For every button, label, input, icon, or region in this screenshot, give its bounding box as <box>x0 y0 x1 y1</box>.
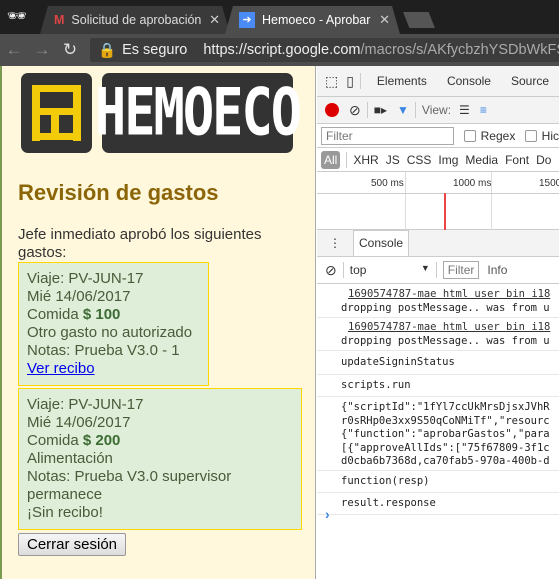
tab-bar: 🕶 M Solicitud de aprobación de ✕ ➜ Hemoe… <box>0 0 559 34</box>
type-js[interactable]: JS <box>386 153 400 167</box>
logout-button[interactable]: Cerrar sesión <box>18 533 127 556</box>
tab-gmail[interactable]: M Solicitud de aprobación de ✕ <box>40 6 230 34</box>
network-toolbar: ⊘ ■▸ ▼ View: ☰ ≡ <box>317 97 559 124</box>
logo-icon <box>21 73 92 153</box>
drawer-tab-console[interactable]: Console <box>353 230 410 256</box>
type-img[interactable]: Img <box>438 153 458 167</box>
hide-checkbox[interactable] <box>525 129 537 142</box>
close-tab-icon[interactable]: ✕ <box>379 12 390 28</box>
list-view-icon[interactable]: ☰ <box>459 103 470 117</box>
new-tab-button[interactable] <box>403 12 435 28</box>
level-select[interactable]: Info <box>487 263 507 277</box>
type-media[interactable]: Media <box>465 153 498 167</box>
type-xhr[interactable]: XHR <box>353 153 378 167</box>
type-filter-row: All XHR JS CSS Img Media Font Do <box>317 148 559 172</box>
view-receipt-link[interactable]: Ver recibo <box>27 360 95 377</box>
amount: $ 100 <box>82 306 121 323</box>
web-page: HEMOECO Revisión de gastos Jefe inmediat… <box>0 66 316 579</box>
address-bar-row: ← → ↻ 🔒 Es seguro https://script.google.… <box>0 34 559 66</box>
tab-elements[interactable]: Elements <box>377 74 427 88</box>
type-all[interactable]: All <box>321 150 341 169</box>
console-toolbar: ⊘ top ▼ Filter Info <box>317 257 559 284</box>
console-filter-input[interactable]: Filter <box>442 261 480 279</box>
waterfall-icon[interactable]: ≡ <box>480 103 487 117</box>
expense-card: Viaje: PV-JUN-17 Mié 14/06/2017 Comida $… <box>18 262 209 386</box>
network-timeline[interactable]: 500 ms 1000 ms 1500 <box>317 172 559 230</box>
inspect-icon[interactable]: ⬚ <box>325 73 338 90</box>
clear-icon[interactable]: ⊘ <box>349 102 361 119</box>
intro-text: Jefe inmediato aprobó los siguientes gas… <box>18 226 262 261</box>
devtools-panel: ⬚ ▯ Elements Console Source ⊘ ■▸ ▼ View:… <box>317 66 559 579</box>
type-css[interactable]: CSS <box>407 153 432 167</box>
tab-sources[interactable]: Source <box>511 74 549 88</box>
gmail-icon: M <box>54 13 65 27</box>
arrow-right-icon: ➜ <box>239 12 255 28</box>
expense-card: Viaje: PV-JUN-17 Mié 14/06/2017 Comida $… <box>18 388 302 530</box>
record-icon[interactable] <box>325 103 339 117</box>
amount: $ 200 <box>82 432 121 449</box>
console-message: updateSigninStatus <box>317 352 559 375</box>
console-prompt[interactable]: › <box>325 506 330 522</box>
type-font[interactable]: Font <box>505 153 529 167</box>
back-icon[interactable]: ← <box>0 40 28 60</box>
network-filter-row: Filter Regex Hic <box>317 124 559 148</box>
type-doc[interactable]: Do <box>536 153 551 167</box>
close-tab-icon[interactable]: ✕ <box>209 12 220 28</box>
tab-console[interactable]: Console <box>447 74 491 88</box>
filter-icon[interactable]: ▼ <box>397 103 409 117</box>
camera-icon[interactable]: ■▸ <box>374 103 387 117</box>
console-message: {"scriptId":"1fYl7ccUkMrsDjsxJVhR r0sRHp… <box>317 397 559 471</box>
console-message: function(resp) <box>317 471 559 493</box>
devtools-tabbar: ⬚ ▯ Elements Console Source <box>317 66 559 97</box>
source-link[interactable]: 1690574787-mae html user bin i18 <box>341 288 559 302</box>
console-message: 1690574787-mae html user bin i18 dropping… <box>317 319 559 351</box>
url-input[interactable]: 🔒 Es seguro https://script.google.com/ma… <box>90 38 559 62</box>
clear-console-icon[interactable]: ⊘ <box>325 262 337 279</box>
lock-icon: 🔒 <box>98 42 117 59</box>
context-select[interactable]: top ▼ <box>350 263 430 277</box>
drawer-tabbar: ⋮ Console <box>317 230 559 257</box>
console-message: scripts.run <box>317 375 559 397</box>
filter-input[interactable]: Filter <box>321 126 455 145</box>
console-message: result.response <box>317 493 559 515</box>
incognito-icon: 🕶 <box>6 8 28 25</box>
device-icon[interactable]: ▯ <box>346 73 354 90</box>
reload-icon[interactable]: ↻ <box>56 40 84 60</box>
tab-hemoeco[interactable]: ➜ Hemoeco - Aprobar o rec ✕ <box>225 6 400 34</box>
page-title: Revisión de gastos <box>18 180 219 205</box>
regex-checkbox[interactable] <box>464 129 476 142</box>
forward-icon[interactable]: → <box>28 40 56 60</box>
load-marker <box>444 193 446 230</box>
logo-wordmark: HEMOECO <box>95 73 302 153</box>
source-link[interactable]: 1690574787-mae html user bin i18 <box>341 321 559 335</box>
more-icon[interactable]: ⋮ <box>329 236 341 250</box>
console-message: 1690574787-mae html user bin i18 dropping… <box>317 286 559 318</box>
